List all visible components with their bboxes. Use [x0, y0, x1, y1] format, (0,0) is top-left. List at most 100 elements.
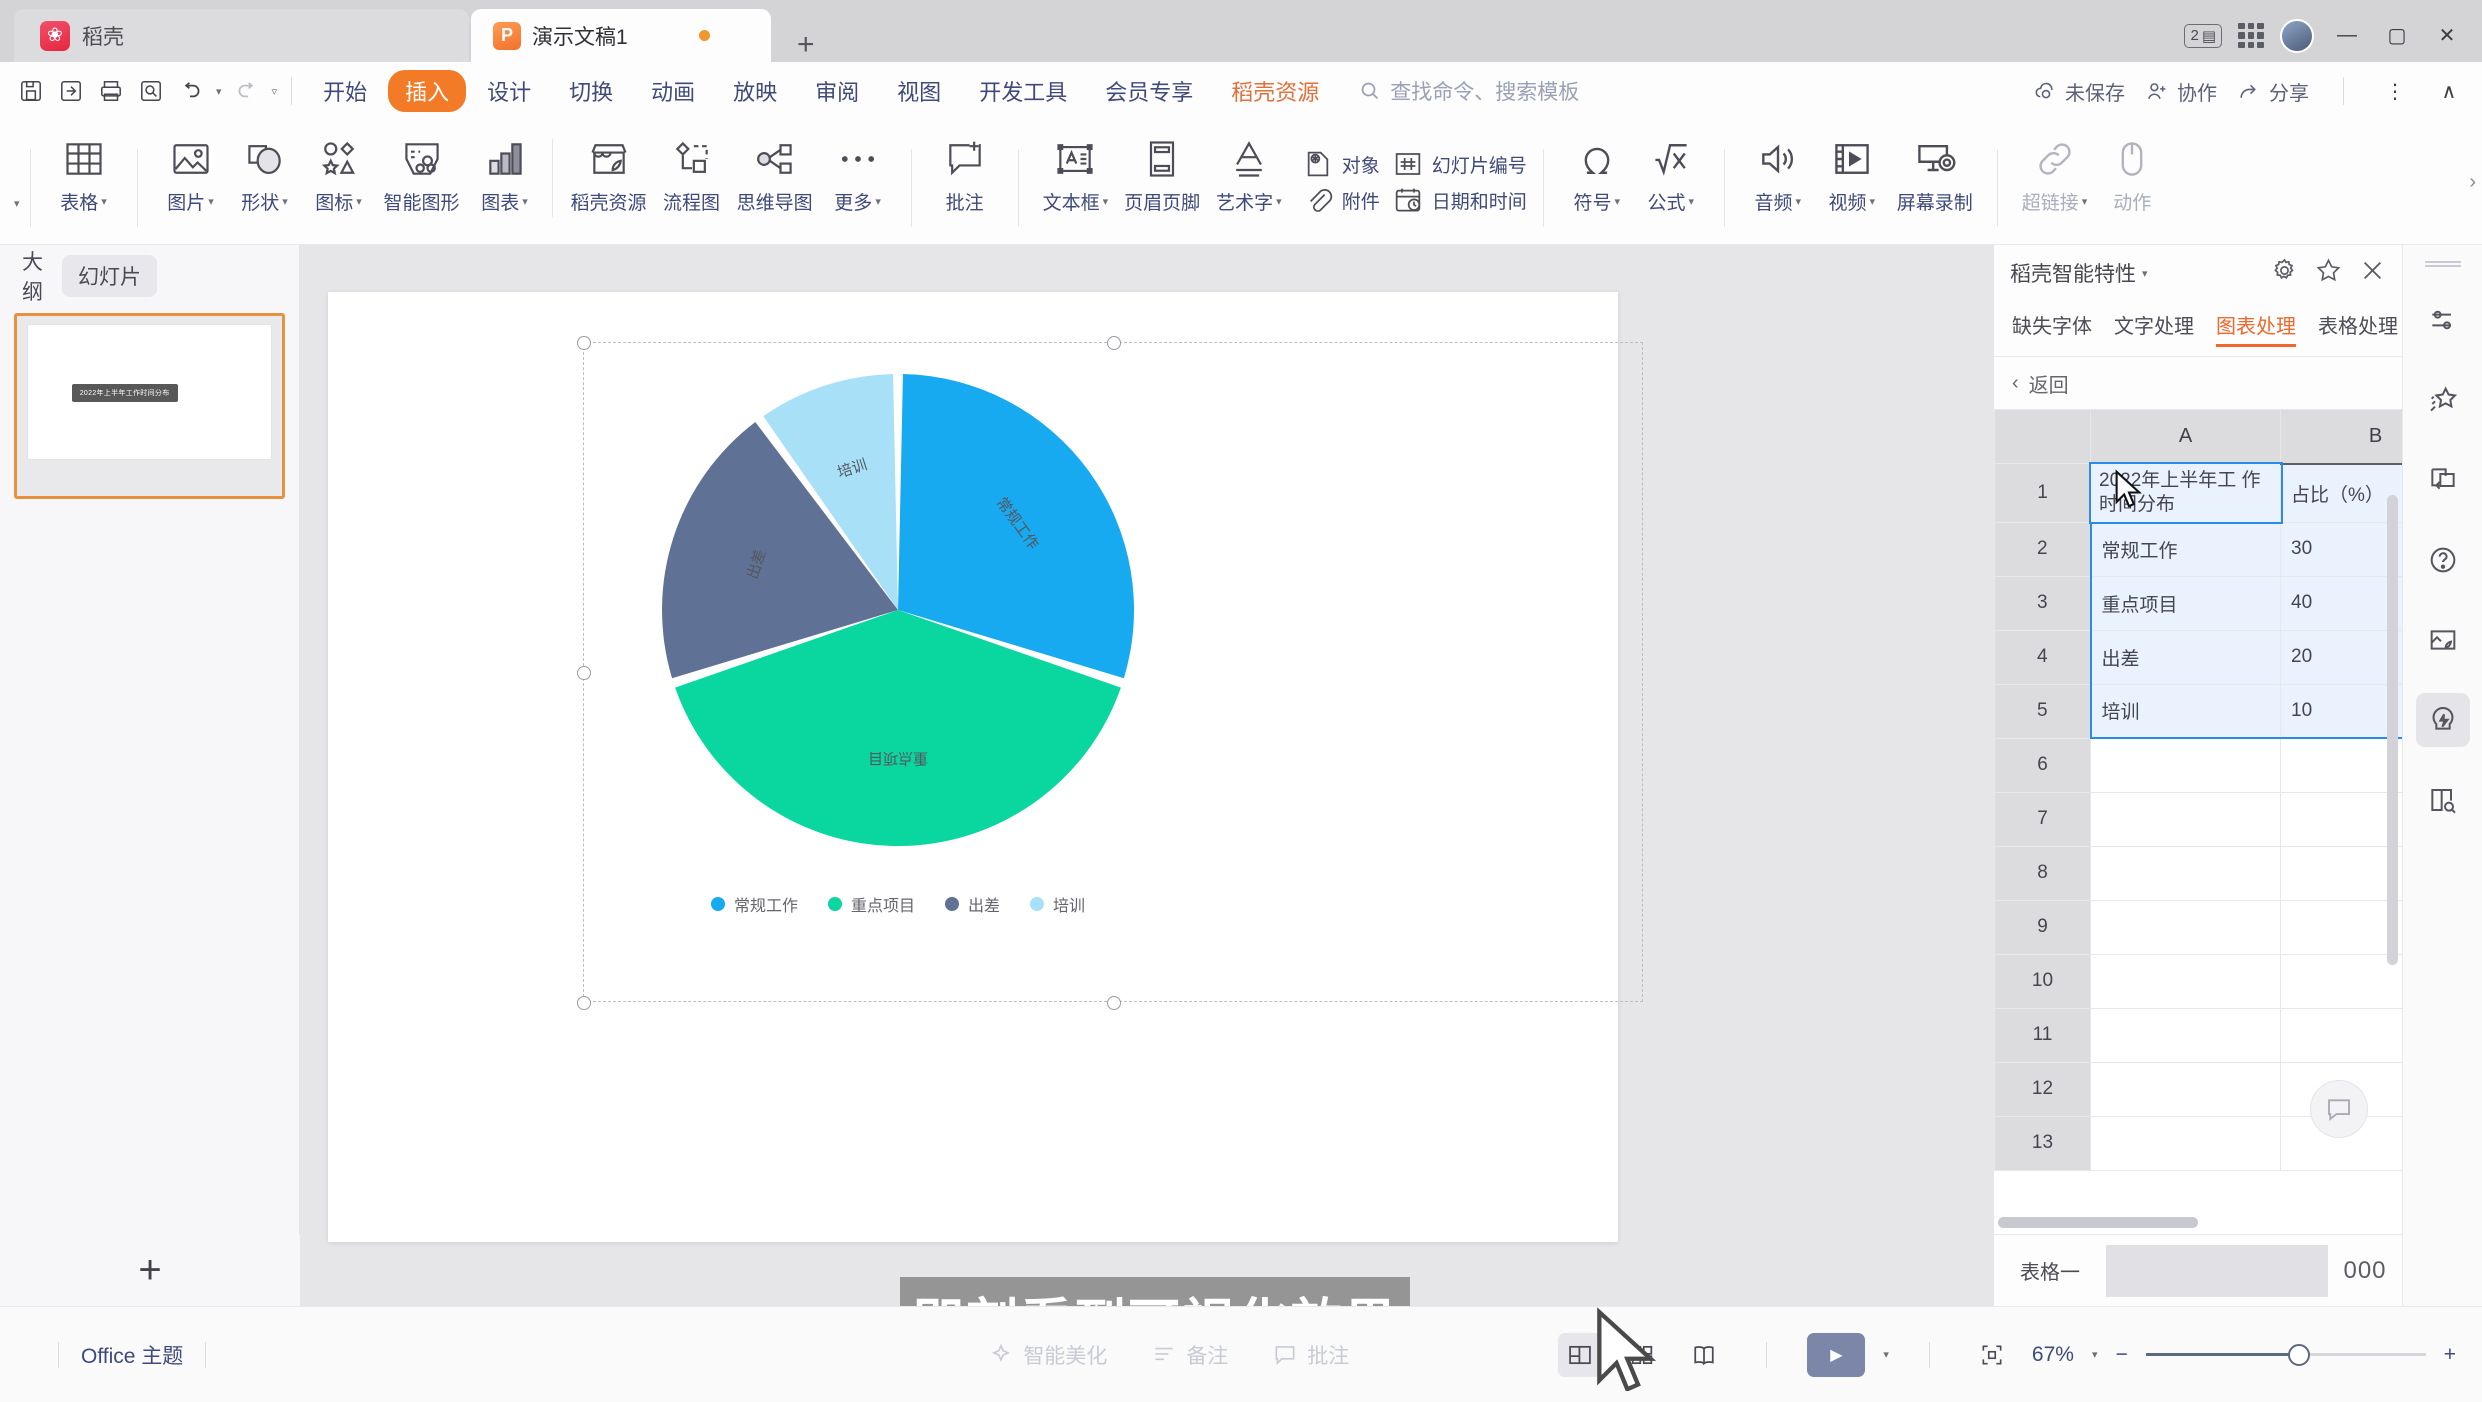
row-header-13[interactable]: 13: [1994, 1115, 2091, 1171]
cell-b7[interactable]: [2280, 791, 2402, 847]
cell-b6[interactable]: [2280, 737, 2402, 793]
search-command-box[interactable]: 查找命令、搜索模板: [1358, 76, 1579, 106]
legend-item-1[interactable]: 重点项目: [827, 892, 915, 916]
cell-b8[interactable]: [2280, 845, 2402, 901]
resize-handle-ml[interactable]: [577, 666, 591, 680]
cell-a12[interactable]: [2090, 1061, 2281, 1117]
comment-toggle-button[interactable]: 批注: [1272, 1340, 1349, 1370]
datetime-button[interactable]: 日期和时间: [1392, 184, 1527, 216]
help-icon[interactable]: [2416, 533, 2470, 587]
ribbon-tab-developer[interactable]: 开发工具: [962, 70, 1084, 112]
undo-icon[interactable]: [176, 76, 206, 106]
add-slide-button[interactable]: +: [0, 1234, 300, 1306]
cell-a5[interactable]: 培训: [2089, 683, 2281, 739]
new-tab-button[interactable]: +: [797, 28, 815, 62]
customize-qat-icon[interactable]: ▿: [272, 85, 278, 98]
legend-item-0[interactable]: 常规工作: [710, 892, 798, 916]
theme-label[interactable]: Office 主题: [81, 1340, 183, 1370]
sheet-horizontal-scrollbar[interactable]: [1998, 1217, 2198, 1228]
ribbon-more-button[interactable]: ⋮: [2378, 79, 2412, 104]
docer-resource-button[interactable]: 稻壳资源: [563, 127, 655, 215]
cell-b5[interactable]: 10: [2280, 683, 2402, 739]
table-row[interactable]: 9: [1994, 899, 2402, 955]
cloud-status[interactable]: 未保存: [2033, 77, 2125, 106]
zoom-slider[interactable]: [2145, 1344, 2426, 1366]
resize-handle-bl[interactable]: [577, 996, 591, 1010]
audio-button[interactable]: 音频 ▾: [1741, 127, 1815, 215]
apps-grid-icon[interactable]: [2238, 22, 2264, 49]
sheet-tab-1[interactable]: 表格一: [1994, 1235, 2106, 1307]
document-tab[interactable]: P 演示文稿1: [471, 9, 771, 62]
ribbon-tab-view[interactable]: 视图: [880, 70, 958, 112]
toolbar-overflow-icon[interactable]: ›: [2469, 171, 2482, 194]
more-button[interactable]: 更多 ▾: [821, 127, 895, 215]
table-row[interactable]: 5 培训 10: [1994, 683, 2402, 739]
cell-a1[interactable]: 2022年上半年工 作时间分布: [2088, 461, 2283, 524]
normal-view-icon[interactable]: [1558, 1332, 1603, 1377]
cell-b9[interactable]: [2280, 899, 2402, 955]
page-count-badge[interactable]: 2 ▤: [2184, 23, 2222, 48]
zoom-in-button[interactable]: +: [2444, 1343, 2456, 1367]
resize-handle-tc[interactable]: [1107, 336, 1121, 350]
ribbon-tab-member[interactable]: 会员专享: [1088, 70, 1210, 112]
zoom-caret-icon[interactable]: ▾: [2092, 1348, 2098, 1361]
ribbon-collapse-button[interactable]: ∧: [2432, 79, 2466, 104]
panel-tab-chart-processing[interactable]: 图表处理: [2216, 310, 2296, 347]
resize-handle-tl[interactable]: [577, 336, 591, 350]
ribbon-tab-start[interactable]: 开始: [306, 70, 384, 112]
table-row[interactable]: 8: [1994, 845, 2402, 901]
smartart-button[interactable]: 智能图形: [376, 127, 468, 215]
shape-button[interactable]: 形状 ▾: [228, 127, 302, 215]
cell-a13[interactable]: [2090, 1115, 2281, 1171]
ribbon-tab-docer[interactable]: 稻壳资源: [1214, 70, 1336, 112]
table-row[interactable]: 4 出差 20: [1994, 629, 2402, 685]
panel-tab-table-processing[interactable]: 表格处理: [2318, 310, 2398, 347]
table-row[interactable]: 7: [1994, 791, 2402, 847]
sorter-view-icon[interactable]: [1620, 1333, 1664, 1377]
cell-a11[interactable]: [2090, 1007, 2281, 1063]
picture-button[interactable]: 图片 ▾: [154, 127, 228, 215]
cell-b10[interactable]: [2280, 953, 2402, 1009]
cell-a8[interactable]: [2090, 845, 2281, 901]
cell-a4[interactable]: 出差: [2089, 629, 2281, 685]
row-header-4[interactable]: 4: [1994, 629, 2091, 685]
ribbon-tab-design[interactable]: 设计: [470, 70, 548, 112]
sliders-icon[interactable]: [2416, 293, 2470, 347]
cell-b1[interactable]: 占比（%）: [2280, 462, 2402, 523]
home-tab[interactable]: ❀ 稻壳: [14, 9, 469, 62]
attachment-button[interactable]: 附件: [1302, 184, 1380, 216]
row-header-2[interactable]: 2: [1994, 521, 2091, 577]
pin-icon[interactable]: [2315, 257, 2342, 289]
table-row[interactable]: 11: [1994, 1007, 2402, 1063]
ribbon-tab-transitions[interactable]: 切换: [552, 70, 630, 112]
redo-icon[interactable]: [232, 76, 262, 106]
panel-title-caret-icon[interactable]: ▾: [2142, 267, 2148, 280]
table-row[interactable]: 6: [1994, 737, 2402, 793]
toolbar-scroll-left-icon[interactable]: ▾: [4, 197, 20, 210]
symbol-button[interactable]: 符号 ▾: [1560, 127, 1634, 215]
zoom-slider-knob[interactable]: [2287, 1344, 2310, 1366]
row-header-8[interactable]: 8: [1994, 845, 2091, 901]
table-row[interactable]: 3 重点项目 40: [1994, 575, 2402, 631]
action-button[interactable]: 动作: [2095, 127, 2169, 215]
screen-record-button[interactable]: 屏幕录制: [1889, 127, 1981, 215]
table-button[interactable]: 表格 ▾: [47, 127, 121, 215]
ribbon-tab-insert[interactable]: 插入: [388, 70, 467, 112]
slide-number-button[interactable]: 幻灯片编号: [1392, 148, 1527, 180]
notes-toggle-button[interactable]: 备注: [1151, 1340, 1228, 1370]
flowchart-button[interactable]: 流程图: [655, 127, 729, 215]
row-header-7[interactable]: 7: [1994, 791, 2091, 847]
sheet-help-fab[interactable]: [2310, 1080, 2368, 1138]
back-button[interactable]: ‹ 返回: [1994, 357, 2402, 409]
headerfooter-button[interactable]: 页眉页脚: [1116, 127, 1208, 215]
row-header-6[interactable]: 6: [1994, 737, 2091, 793]
read-check-icon[interactable]: [2416, 773, 2470, 827]
sheet-more-icon[interactable]: 000: [2328, 1257, 2402, 1285]
slideshow-caret-icon[interactable]: ▾: [1883, 1348, 1889, 1361]
slide-surface[interactable]: 常规工作 重点项目 出差 培训 常规工作 重点项目 出差 培训: [328, 292, 1643, 1242]
row-header-9[interactable]: 9: [1994, 899, 2091, 955]
close-button[interactable]: ✕: [2430, 23, 2464, 48]
pie-chart[interactable]: 常规工作 重点项目 出差 培训: [658, 370, 1138, 850]
outline-tab[interactable]: 大纲: [6, 240, 52, 312]
rail-handle-icon[interactable]: [2424, 261, 2461, 267]
